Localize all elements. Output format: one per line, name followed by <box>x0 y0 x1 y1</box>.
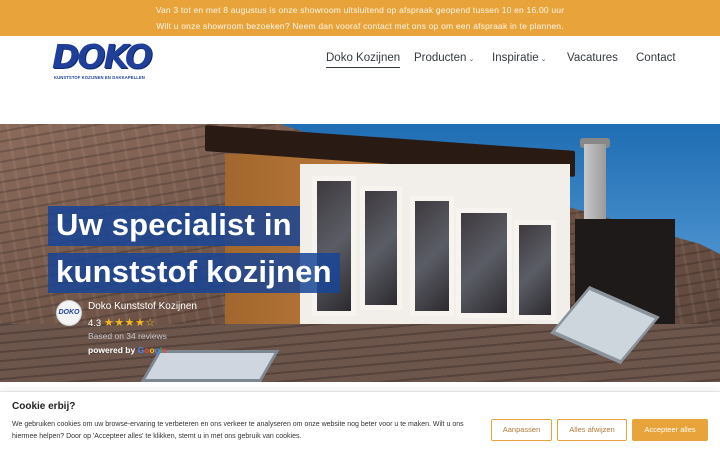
window-5 <box>514 220 556 320</box>
window-3 <box>410 196 454 316</box>
site-header: DOKO KUNSTSTOF KOZIJNEN EN DAKKAPELLEN D… <box>0 36 720 124</box>
chevron-down-icon: ⌄ <box>468 56 475 63</box>
window-1 <box>312 176 356 316</box>
nav-item-label: Doko Kozijnen <box>326 52 401 64</box>
nav-item-label: Producten <box>414 52 467 64</box>
nav-item-vacatures[interactable]: Vacatures <box>567 52 618 64</box>
cookie-title: Cookie erbij? <box>12 401 76 412</box>
powered-by-google: powered by Google <box>88 345 167 355</box>
cookie-text: We gebruiken cookies om uw browse-ervari… <box>12 421 464 440</box>
business-avatar: DOKO <box>56 300 82 326</box>
business-name: Doko Kunststof Kozijnen <box>88 301 197 312</box>
nav-item-producten[interactable]: Producten ⌄ <box>414 52 474 64</box>
hero-headline-line-2: kunststof kozijnen <box>48 253 340 293</box>
rating-row: 4.3 ★★★★☆ <box>88 316 156 329</box>
announcement-line-2: Wilt u onze showroom bezoeken? Neem dan … <box>156 21 564 31</box>
nav-item-label: Contact <box>636 52 676 64</box>
window-4 <box>456 208 512 318</box>
nav-item-label: Inspiratie <box>492 52 539 64</box>
nav-item-contact[interactable]: Contact <box>636 52 676 64</box>
powered-by-label: powered by <box>88 345 136 355</box>
logo-tagline: KUNSTSTOF KOZIJNEN EN DAKKAPELLEN <box>54 75 145 80</box>
main-nav: Doko Kozijnen Producten ⌄ Inspiratie ⌄ Vac… <box>0 52 720 72</box>
customize-button[interactable]: Aanpassen <box>491 419 552 441</box>
chevron-down-icon: ⌄ <box>540 56 547 63</box>
reject-all-button[interactable]: Alles afwijzen <box>557 419 627 441</box>
google-review-widget[interactable]: DOKO Doko Kunststof Kozijnen 4.3 ★★★★☆ B… <box>56 296 206 360</box>
window-2 <box>360 186 402 310</box>
nav-item-doko-kozijnen[interactable]: Doko Kozijnen <box>326 52 401 68</box>
nav-item-label: Vacatures <box>567 52 618 64</box>
cookie-banner: Cookie erbij? We gebruiken cookies om uw… <box>0 391 720 450</box>
rating-value: 4.3 <box>88 318 102 329</box>
star-rating-icon: ★★★★☆ <box>103 317 156 329</box>
accept-all-button[interactable]: Accepteer alles <box>632 419 708 441</box>
hero-headline-line-1: Uw specialist in <box>48 206 300 246</box>
review-count: Based on 34 reviews <box>88 331 167 341</box>
chimney <box>584 144 606 224</box>
announcement-line-1: Van 3 tot en met 8 augustus is onze show… <box>155 5 565 15</box>
announcement-bar: Van 3 tot en met 8 augustus is onze show… <box>0 0 720 36</box>
nav-item-inspiratie[interactable]: Inspiratie ⌄ <box>492 52 547 64</box>
google-logo: Google <box>137 345 167 355</box>
